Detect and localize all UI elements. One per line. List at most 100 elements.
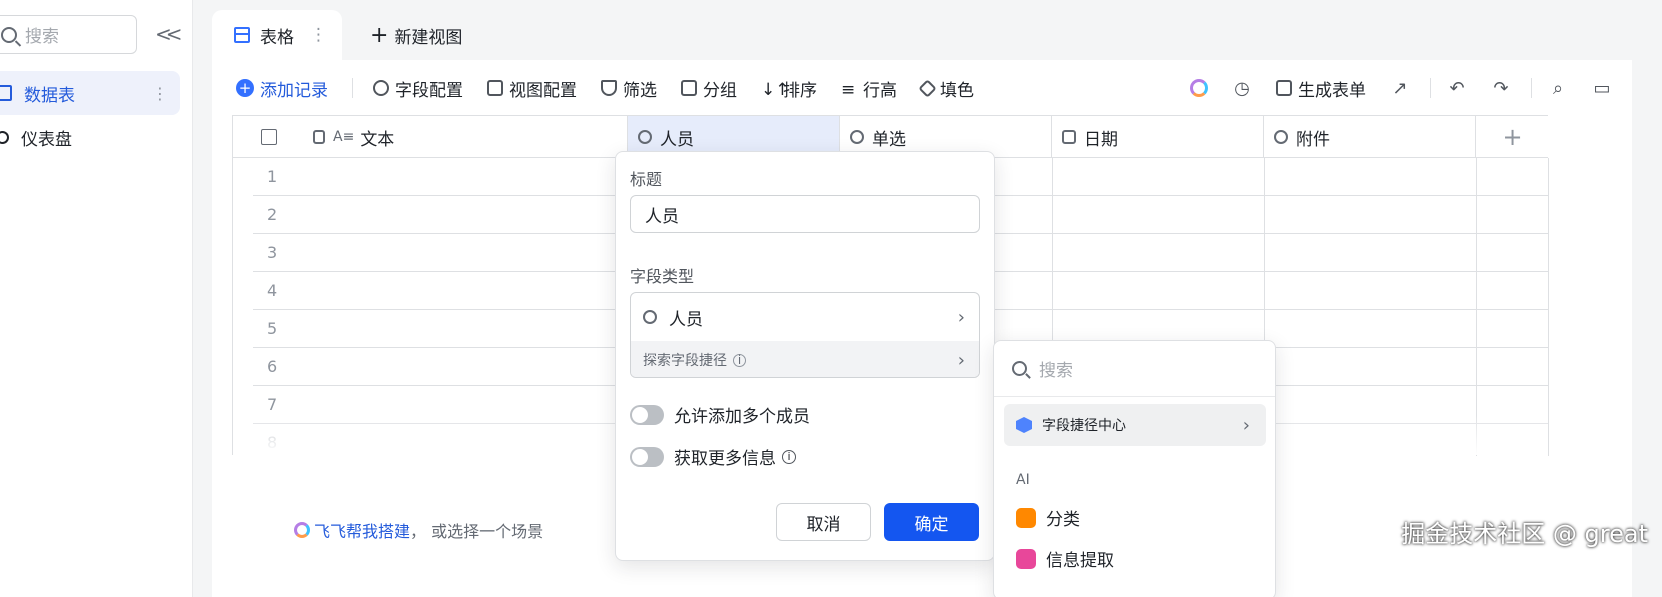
info-icon[interactable]: i xyxy=(782,449,796,464)
column-header-text[interactable]: A≡ 文本 xyxy=(233,116,628,158)
explore-shortcuts-button[interactable]: 探索字段捷径 i › xyxy=(631,341,979,377)
table-icon xyxy=(234,27,250,43)
field-title-input[interactable]: 人员 xyxy=(630,195,980,233)
toolbar-divider xyxy=(352,78,353,98)
classify-icon xyxy=(1016,507,1036,528)
plus-circle-icon: + xyxy=(236,79,254,97)
redo-icon[interactable]: ↷ xyxy=(1491,78,1511,99)
add-record-button[interactable]: + 添加记录 xyxy=(236,76,328,101)
sidebar: 搜索 << 数据表 ⋮ 仪表盘 xyxy=(0,0,193,597)
column-label: 文本 xyxy=(360,129,395,150)
field-config-label: 字段配置 xyxy=(395,80,463,101)
view-config-label: 视图配置 xyxy=(509,80,577,101)
confirm-button[interactable]: 确定 xyxy=(884,503,979,541)
person-icon xyxy=(638,130,652,144)
build-hint: 飞飞帮我搭建 ， 或选择一个场景 xyxy=(294,518,543,542)
sort-button[interactable]: ↓↑ 排序 xyxy=(761,76,817,101)
view-config-button[interactable]: 视图配置 xyxy=(487,76,577,101)
sidebar-search-input[interactable]: 搜索 xyxy=(0,15,137,54)
more-info-toggle[interactable] xyxy=(630,446,664,467)
column-header-date[interactable]: 日期 xyxy=(1052,116,1264,158)
share-icon[interactable]: ↗ xyxy=(1390,78,1410,99)
field-type-selector: 人员 › 探索字段捷径 i › xyxy=(630,292,980,378)
add-record-label: 添加记录 xyxy=(260,80,328,101)
info-icon: i xyxy=(733,353,746,367)
more-icon[interactable]: ⋮ xyxy=(152,84,168,103)
text-icon: A≡ xyxy=(333,129,355,145)
watermark: 掘金技术社区 @ great xyxy=(1401,520,1648,548)
add-column-button[interactable]: + xyxy=(1476,116,1549,158)
search-records-icon[interactable]: ⌕ xyxy=(1548,78,1568,99)
view-tabs: 表格 ⋮ + 新建视图 xyxy=(212,10,1632,60)
sidebar-item-label: 数据表 xyxy=(24,85,75,106)
column-header-attachment[interactable]: 附件 xyxy=(1264,116,1476,158)
comment-icon[interactable]: ▭ xyxy=(1592,78,1612,99)
row-number: 6 xyxy=(267,357,278,376)
toolbar: + 添加记录 字段配置 视图配置 筛选 分组 ↓↑ 排序 ≡ 行高 填色 ◷ 生… xyxy=(236,70,1612,106)
filter-icon xyxy=(601,80,617,96)
column-label: 日期 xyxy=(1084,129,1118,150)
plus-icon: + xyxy=(1502,123,1523,151)
search-icon xyxy=(1,26,17,43)
allow-multiple-toggle[interactable] xyxy=(630,404,664,425)
calendar-icon xyxy=(1062,130,1076,144)
sidebar-item-label: 仪表盘 xyxy=(21,129,72,150)
row-height-button[interactable]: ≡ 行高 xyxy=(841,76,897,101)
history-icon[interactable]: ◷ xyxy=(1232,78,1252,99)
sidebar-item-datasheet[interactable]: 数据表 ⋮ xyxy=(0,71,180,115)
sidebar-item-dashboard[interactable]: 仪表盘 xyxy=(0,115,180,159)
shortcut-center-item[interactable]: 字段捷径中心 › xyxy=(1004,404,1266,446)
extract-icon xyxy=(1016,548,1036,569)
tab-label: 新建视图 xyxy=(394,27,463,48)
field-config-button[interactable]: 字段配置 xyxy=(373,76,463,101)
ai-assistant-icon[interactable] xyxy=(1190,79,1208,97)
select-all-checkbox[interactable] xyxy=(261,129,277,145)
title-label: 标题 xyxy=(630,170,663,189)
ai-assistant-icon xyxy=(294,522,310,538)
single-select-icon xyxy=(850,130,864,144)
sort-icon: ↓↑ xyxy=(761,80,790,100)
cancel-button[interactable]: 取消 xyxy=(776,503,871,541)
build-hint-text: ， 或选择一个场景 xyxy=(410,522,544,541)
row-number: 1 xyxy=(267,167,278,186)
undo-icon[interactable]: ↶ xyxy=(1447,78,1467,99)
plus-icon: + xyxy=(370,22,389,48)
paint-bucket-icon xyxy=(918,78,937,98)
fill-color-button[interactable]: 填色 xyxy=(918,76,974,101)
attachment-icon xyxy=(1274,130,1288,144)
collapse-sidebar-icon[interactable]: << xyxy=(155,22,182,46)
more-icon[interactable]: ⋮ xyxy=(310,25,327,45)
column-label: 附件 xyxy=(1296,129,1330,150)
ai-build-link[interactable]: 飞飞帮我搭建 xyxy=(314,518,410,542)
filter-label: 筛选 xyxy=(623,80,657,101)
gear-icon xyxy=(373,80,389,96)
shortcut-center-label: 字段捷径中心 xyxy=(1042,418,1126,434)
column-label: 单选 xyxy=(872,129,906,150)
chevron-right-icon: › xyxy=(1242,414,1250,436)
shortcut-search-placeholder: 搜索 xyxy=(1039,361,1073,381)
toolbar-right: ◷ 生成表单 ↗ ↶ ↷ ⌕ ▭ xyxy=(1166,70,1612,106)
row-height-label: 行高 xyxy=(863,80,897,101)
shortcut-item-label: 分类 xyxy=(1046,510,1080,530)
toolbar-divider xyxy=(1531,78,1532,98)
shortcut-item-classify[interactable]: 分类 xyxy=(1016,505,1080,530)
tab-table[interactable]: 表格 ⋮ xyxy=(212,10,342,60)
field-type-label: 字段类型 xyxy=(630,267,695,286)
shortcut-item-extract[interactable]: 信息提取 xyxy=(1016,546,1114,571)
allow-multiple-label: 允许添加多个成员 xyxy=(674,407,810,427)
tab-label: 表格 xyxy=(260,27,294,48)
row-number: 5 xyxy=(267,319,278,338)
tab-new-view[interactable]: + 新建视图 xyxy=(362,10,462,60)
field-type-dropdown[interactable]: 人员 › xyxy=(631,293,979,341)
explore-shortcuts-label: 探索字段捷径 xyxy=(643,353,727,369)
group-button[interactable]: 分组 xyxy=(681,76,737,101)
confirm-label: 确定 xyxy=(914,514,949,535)
sort-label: 排序 xyxy=(783,80,817,101)
column-divider xyxy=(1548,158,1549,456)
filter-button[interactable]: 筛选 xyxy=(601,76,657,101)
more-info-label: 获取更多信息 xyxy=(674,449,776,469)
generate-form-button[interactable]: 生成表单 xyxy=(1276,76,1366,101)
shortcut-search-input[interactable]: 搜索 xyxy=(994,341,1275,397)
sidebar-search-placeholder: 搜索 xyxy=(25,27,59,47)
field-shortcuts-panel: 搜索 字段捷径中心 › AI 分类 信息提取 xyxy=(993,340,1276,597)
